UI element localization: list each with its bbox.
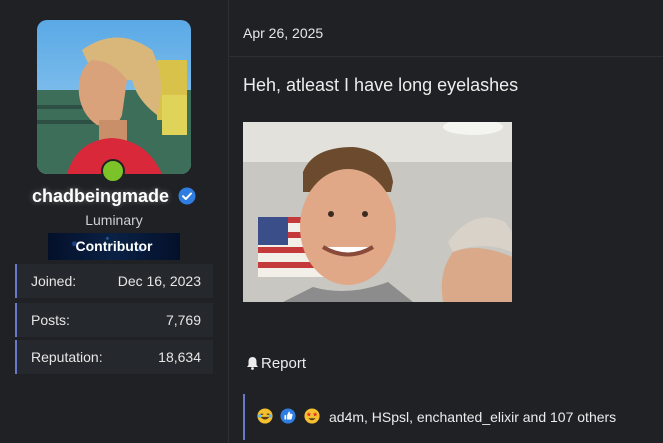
username-link[interactable]: chadbeingmade: [32, 186, 169, 206]
stat-joined: Joined: Dec 16, 2023: [15, 264, 213, 298]
panel-divider: [228, 0, 229, 443]
stat-posts: Posts: 7,769: [15, 303, 213, 337]
stat-label: Posts:: [31, 312, 70, 328]
post-attached-image[interactable]: [243, 122, 512, 302]
online-status-indicator: [101, 159, 125, 183]
star-eyes-emoji-icon: [304, 408, 320, 424]
verified-badge-icon: [178, 187, 196, 205]
user-title: Luminary: [85, 212, 143, 228]
post-photo: [243, 122, 512, 302]
bell-icon: [247, 357, 258, 370]
stat-value: Dec 16, 2023: [117, 273, 201, 289]
avatar[interactable]: [37, 20, 191, 174]
stat-value: 7,769: [165, 312, 201, 328]
post-header-divider: [229, 56, 663, 57]
report-button[interactable]: Report: [246, 355, 306, 372]
laughing-crying-emoji-icon: [257, 408, 273, 424]
stat-label: Reputation:: [31, 349, 103, 365]
reactions-list-link[interactable]: ad4m, HSpsl, enchanted_elixir and 107 ot…: [329, 409, 616, 425]
stat-value: 18,634: [158, 349, 201, 365]
stat-reputation: Reputation: 18,634: [15, 340, 213, 374]
contributor-banner: Contributor: [48, 233, 180, 260]
report-label: Report: [261, 355, 307, 372]
post-date[interactable]: Apr 26, 2025: [243, 25, 323, 41]
thumbs-up-icon: [280, 408, 297, 424]
user-info-panel: chadbeingmade Luminary Contributor Joine…: [0, 0, 228, 443]
reaction-icons: [257, 407, 323, 425]
reactions-bar[interactable]: ad4m, HSpsl, enchanted_elixir and 107 ot…: [243, 394, 663, 440]
username-row: chadbeingmade: [0, 186, 228, 207]
avatar-image: [37, 20, 191, 174]
stat-label: Joined:: [31, 273, 77, 289]
post-body-text: Heh, atleast I have long eyelashes: [243, 75, 519, 95]
